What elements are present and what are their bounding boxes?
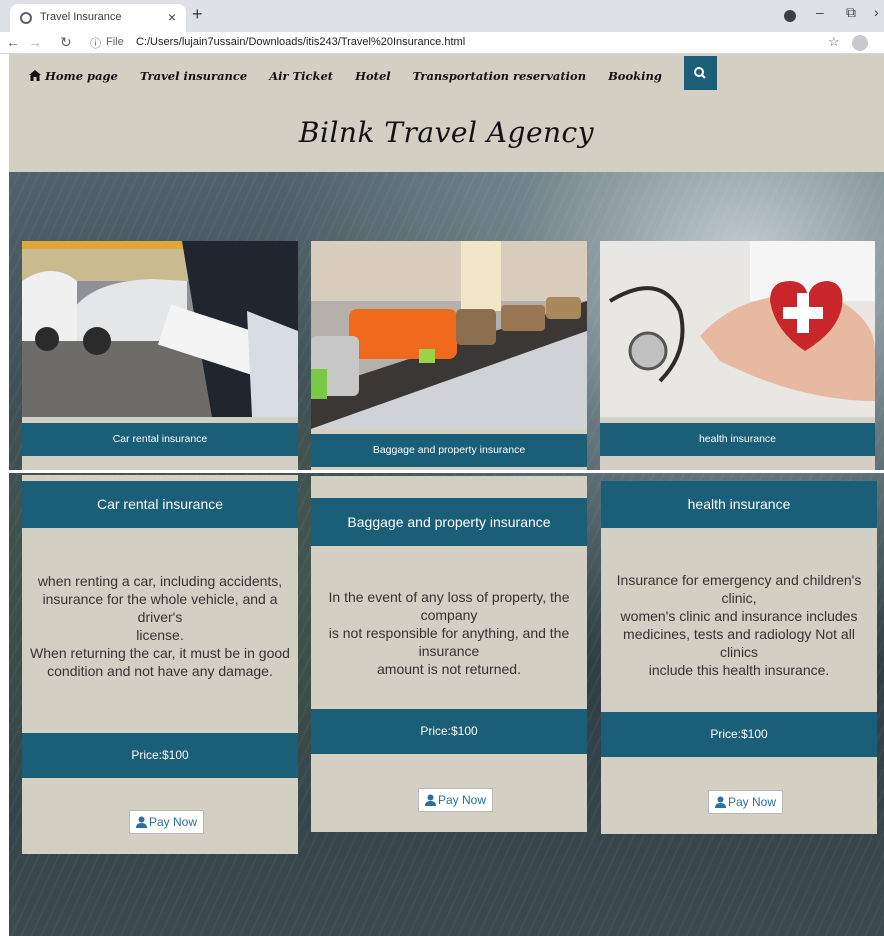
product-card-car[interactable]: Car rental insurance (22, 241, 298, 470)
reload-icon[interactable]: ↻ (60, 34, 72, 51)
detail-title-baggage: Baggage and property insurance (311, 498, 587, 546)
profile-icon[interactable] (784, 10, 796, 22)
bookmark-star-icon[interactable]: ☆ (828, 34, 840, 50)
search-icon (694, 67, 706, 79)
detail-card-car: Car rental insurance when renting a car,… (22, 475, 298, 854)
detail-description-car: when renting a car, including accidents,… (22, 572, 298, 680)
description-line: medicines, tests and radiology Not all c… (623, 626, 855, 660)
product-card-baggage[interactable]: Baggage and property insurance (311, 241, 587, 470)
detail-title-health: health insurance (601, 481, 877, 528)
section-divider (9, 470, 884, 473)
product-label-baggage: Baggage and property insurance (311, 434, 587, 467)
url-text[interactable]: C:/Users/lujain7ussain/Downloads/itis243… (136, 36, 465, 48)
price-band-baggage: Price:$100 (311, 709, 587, 754)
user-icon (136, 816, 147, 828)
nav-travel-insurance[interactable]: Travel insurance (140, 69, 247, 83)
page-viewport: Home page Travel insurance Air Ticket Ho… (9, 54, 884, 936)
forward-icon[interactable]: → (28, 34, 42, 50)
pay-now-label: Pay Now (728, 795, 777, 809)
url-scheme: File (106, 36, 124, 48)
search-button[interactable] (684, 56, 717, 90)
nav-booking[interactable]: Booking (608, 69, 662, 83)
description-line: license. (136, 627, 184, 643)
luggage-conveyor-photo (311, 241, 587, 429)
address-bar: ← → ↻ ⓘ File C:/Users/lujain7ussain/Down… (0, 32, 884, 54)
price-band-car: Price:$100 (22, 733, 298, 778)
globe-icon (20, 12, 32, 24)
close-window-icon[interactable]: › (874, 4, 879, 20)
info-icon[interactable]: ⓘ (90, 35, 101, 51)
nav-hotel[interactable]: Hotel (355, 69, 391, 83)
detail-title-car: Car rental insurance (22, 481, 298, 528)
product-label-health: health insurance (600, 423, 875, 456)
description-line: In the event of any loss of property, th… (328, 589, 570, 623)
product-card-health[interactable]: health insurance (600, 241, 875, 470)
detail-card-health: health insurance Insurance for emergency… (601, 481, 877, 834)
description-line: insurance for the whole vehicle, and a d… (42, 591, 278, 625)
description-line: is not responsible for anything, and the… (328, 625, 570, 659)
detail-card-baggage: Baggage and property insurance In the ev… (311, 476, 587, 832)
description-line: When returning the car, it must be in go… (30, 645, 290, 661)
close-tab-icon[interactable]: × (168, 9, 176, 25)
pay-now-label: Pay Now (149, 815, 198, 829)
brand-title: Bilnk Travel Agency (298, 116, 595, 149)
description-line: include this health insurance. (648, 662, 830, 678)
nav-air-ticket[interactable]: Air Ticket (269, 69, 333, 83)
pay-now-button-car[interactable]: Pay Now (129, 810, 205, 834)
main-nav: Home page Travel insurance Air Ticket Ho… (29, 66, 684, 86)
pay-now-button-health[interactable]: Pay Now (708, 790, 784, 814)
description-line: Insurance for emergency and children's c… (616, 572, 862, 606)
plus-icon[interactable]: + (192, 4, 203, 25)
nav-home[interactable]: Home page (29, 69, 118, 83)
pay-now-button-baggage[interactable]: Pay Now (418, 788, 494, 812)
price-band-health: Price:$100 (601, 712, 877, 757)
detail-description-health: Insurance for emergency and children's c… (601, 571, 877, 679)
nav-transportation-reservation[interactable]: Transportation reservation (413, 69, 586, 83)
product-label-car: Car rental insurance (22, 423, 298, 456)
description-line: amount is not returned. (377, 661, 521, 677)
user-icon (425, 794, 436, 806)
restore-icon[interactable]: ⧉ (846, 4, 856, 21)
tab-title: Travel Insurance (40, 11, 122, 23)
home-icon (29, 70, 41, 81)
user-icon (715, 796, 726, 808)
site-header: Home page Travel insurance Air Ticket Ho… (9, 54, 884, 172)
detail-description-baggage: In the event of any loss of property, th… (311, 588, 587, 678)
url-field[interactable]: ⓘ File C:/Users/lujain7ussain/Downloads/… (84, 34, 822, 52)
minimize-icon[interactable]: – (816, 4, 824, 20)
back-icon[interactable]: ← (6, 34, 20, 50)
description-line: condition and not have any damage. (47, 663, 273, 679)
browser-tab[interactable]: Travel Insurance × (10, 4, 186, 32)
account-icon[interactable] (852, 35, 868, 51)
nav-home-label: Home page (45, 69, 118, 83)
pay-now-label: Pay Now (438, 793, 487, 807)
description-line: women's clinic and insurance includes (620, 608, 858, 624)
description-line: when renting a car, including accidents, (37, 573, 283, 589)
car-rental-photo (22, 241, 298, 417)
stethoscope-heart-photo (600, 241, 875, 417)
browser-tab-bar: Travel Insurance × + – ⧉ › (0, 0, 884, 32)
